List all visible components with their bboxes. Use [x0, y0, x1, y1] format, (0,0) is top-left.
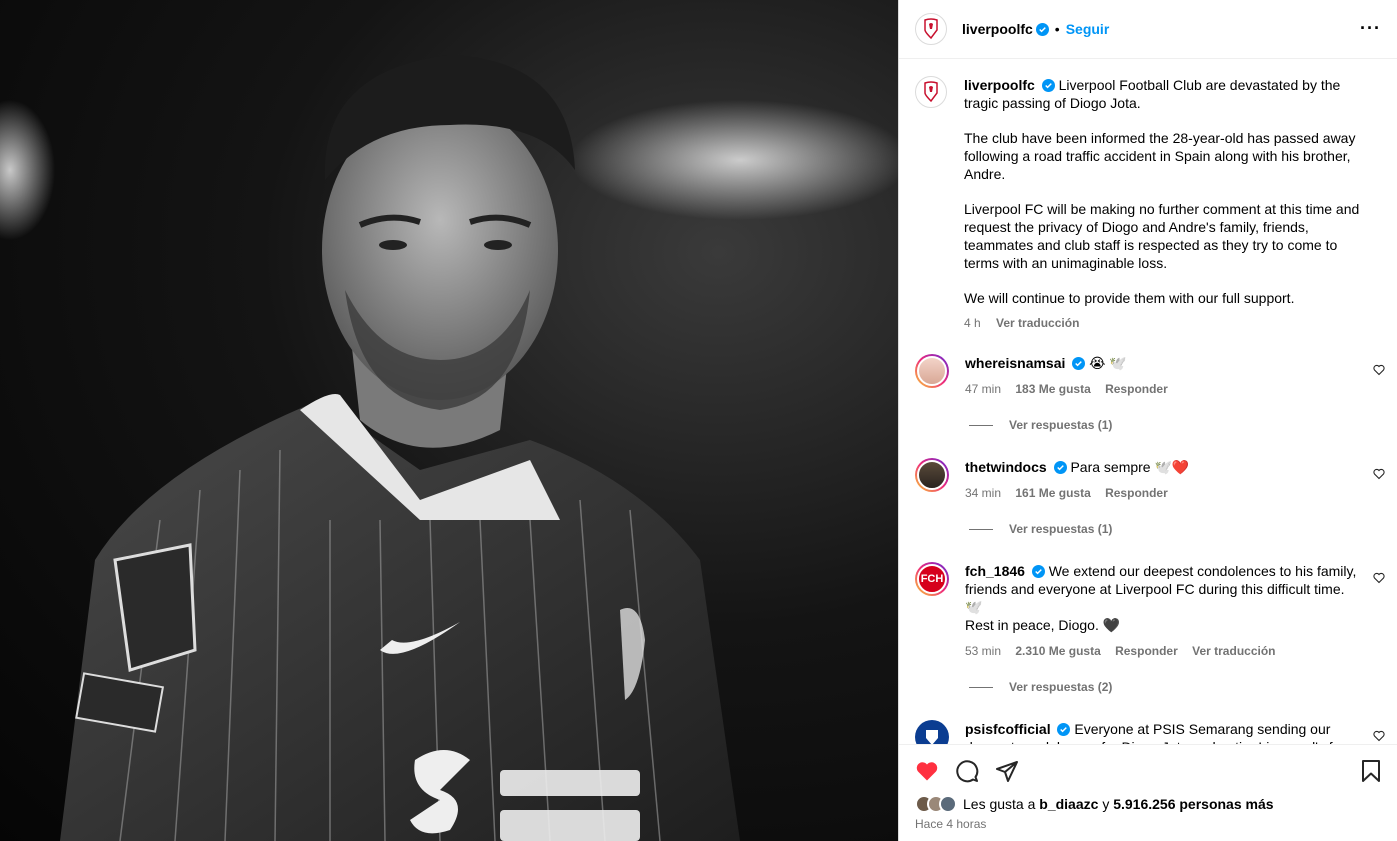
comment-likes[interactable]: 183 Me gusta — [1015, 382, 1090, 396]
header-separator: • — [1054, 21, 1060, 37]
comment-text: 😭 🕊️ — [1089, 355, 1127, 371]
more-options-icon[interactable]: ··· — [1360, 18, 1381, 39]
comment-item: whereisnamsai 😭 🕊️ 47 min 183 Me gusta R… — [899, 354, 1397, 398]
comment-avatar[interactable] — [915, 720, 949, 744]
view-replies-button[interactable]: Ver respuestas (2) — [969, 680, 1397, 694]
comment-like-heart-icon[interactable] — [1373, 468, 1385, 480]
caption-avatar[interactable] — [915, 76, 947, 108]
likes-middle: y — [1102, 796, 1110, 812]
share-icon[interactable] — [995, 759, 1019, 783]
caption-paragraph: We will continue to provide them with ou… — [964, 290, 1295, 306]
comment-avatar[interactable] — [915, 458, 949, 492]
translate-button[interactable]: Ver traducción — [996, 316, 1079, 330]
verified-badge-icon — [1031, 565, 1045, 578]
comment-text-line2: Rest in peace, Diogo. 🖤 — [965, 617, 1121, 633]
comment-icon[interactable] — [955, 759, 979, 783]
likes-summary: Les gusta a b_diaazc y 5.916.256 persona… — [899, 795, 1397, 813]
caption-username[interactable]: liverpoolfc — [964, 77, 1035, 93]
comment-avatar[interactable] — [915, 354, 949, 388]
likes-count[interactable]: 5.916.256 personas más — [1113, 796, 1273, 812]
comment-username[interactable]: thetwindocs — [965, 459, 1047, 475]
author-username[interactable]: liverpoolfc — [962, 21, 1033, 37]
comment-item: FCH fch_1846 We extend our deepest condo… — [899, 562, 1397, 660]
follow-button[interactable]: Seguir — [1066, 21, 1110, 37]
comment-avatar[interactable]: FCH — [915, 562, 949, 596]
verified-badge-icon — [1053, 461, 1067, 474]
author-avatar[interactable] — [915, 13, 947, 45]
player-photo — [0, 55, 898, 841]
comment-username[interactable]: psisfcofficial — [965, 721, 1051, 737]
psis-crest-icon — [926, 730, 938, 744]
caption-time[interactable]: 4 h — [964, 316, 981, 330]
comment-like-heart-icon[interactable] — [1373, 572, 1385, 584]
likes-prefix: Les gusta a — [963, 796, 1036, 812]
comment-text: Para sempre 🕊️❤️ — [1070, 459, 1190, 475]
caption-paragraph: The club have been informed the 28-year-… — [964, 130, 1356, 182]
comment-item: psisfcofficial Everyone at PSIS Semarang… — [899, 720, 1397, 744]
comment-time[interactable]: 47 min — [965, 382, 1001, 396]
post-caption: liverpoolfc Liverpool Football Club are … — [899, 60, 1397, 332]
caption-paragraph: Liverpool FC will be making no further c… — [964, 201, 1360, 271]
post-actions: Les gusta a b_diaazc y 5.916.256 persona… — [899, 744, 1397, 841]
lfc-crest-icon — [924, 81, 938, 103]
reply-button[interactable]: Responder — [1105, 486, 1168, 500]
comment-likes[interactable]: 2.310 Me gusta — [1015, 644, 1100, 658]
post-sidebar: liverpoolfc • Seguir ··· liverpoolfc Liv… — [898, 0, 1397, 841]
caption-text: liverpoolfc Liverpool Football Club are … — [964, 76, 1364, 332]
comment-time[interactable]: 53 min — [965, 644, 1001, 658]
reply-button[interactable]: Responder — [1115, 644, 1178, 658]
verified-badge-icon — [1057, 723, 1071, 736]
verified-badge-icon — [1072, 357, 1086, 370]
comment-likes[interactable]: 161 Me gusta — [1015, 486, 1090, 500]
like-heart-icon[interactable] — [915, 759, 939, 783]
comments-scroll-area[interactable]: liverpoolfc Liverpool Football Club are … — [899, 60, 1397, 744]
verified-badge-icon — [1035, 22, 1049, 36]
fch-badge: FCH — [917, 564, 947, 594]
caption-meta: 4 h Ver traducción — [964, 314, 1364, 332]
post-timestamp[interactable]: Hace 4 horas — [899, 813, 1397, 835]
post-header: liverpoolfc • Seguir ··· — [899, 0, 1397, 59]
lfc-crest-icon — [924, 18, 938, 40]
view-replies-button[interactable]: Ver respuestas (1) — [969, 418, 1397, 432]
likes-user[interactable]: b_diaazc — [1039, 796, 1098, 812]
post-image[interactable] — [0, 0, 898, 841]
save-bookmark-icon[interactable] — [1359, 759, 1383, 783]
translate-button[interactable]: Ver traducción — [1192, 644, 1275, 658]
comment-like-heart-icon[interactable] — [1373, 730, 1385, 742]
view-replies-button[interactable]: Ver respuestas (1) — [969, 522, 1397, 536]
reply-button[interactable]: Responder — [1105, 382, 1168, 396]
comment-item: thetwindocs Para sempre 🕊️❤️ 34 min 161 … — [899, 458, 1397, 502]
verified-badge-icon — [1041, 79, 1055, 92]
comment-time[interactable]: 34 min — [965, 486, 1001, 500]
comment-like-heart-icon[interactable] — [1373, 364, 1385, 376]
liker-avatar[interactable] — [939, 795, 957, 813]
comment-username[interactable]: fch_1846 — [965, 563, 1025, 579]
comment-username[interactable]: whereisnamsai — [965, 355, 1065, 371]
